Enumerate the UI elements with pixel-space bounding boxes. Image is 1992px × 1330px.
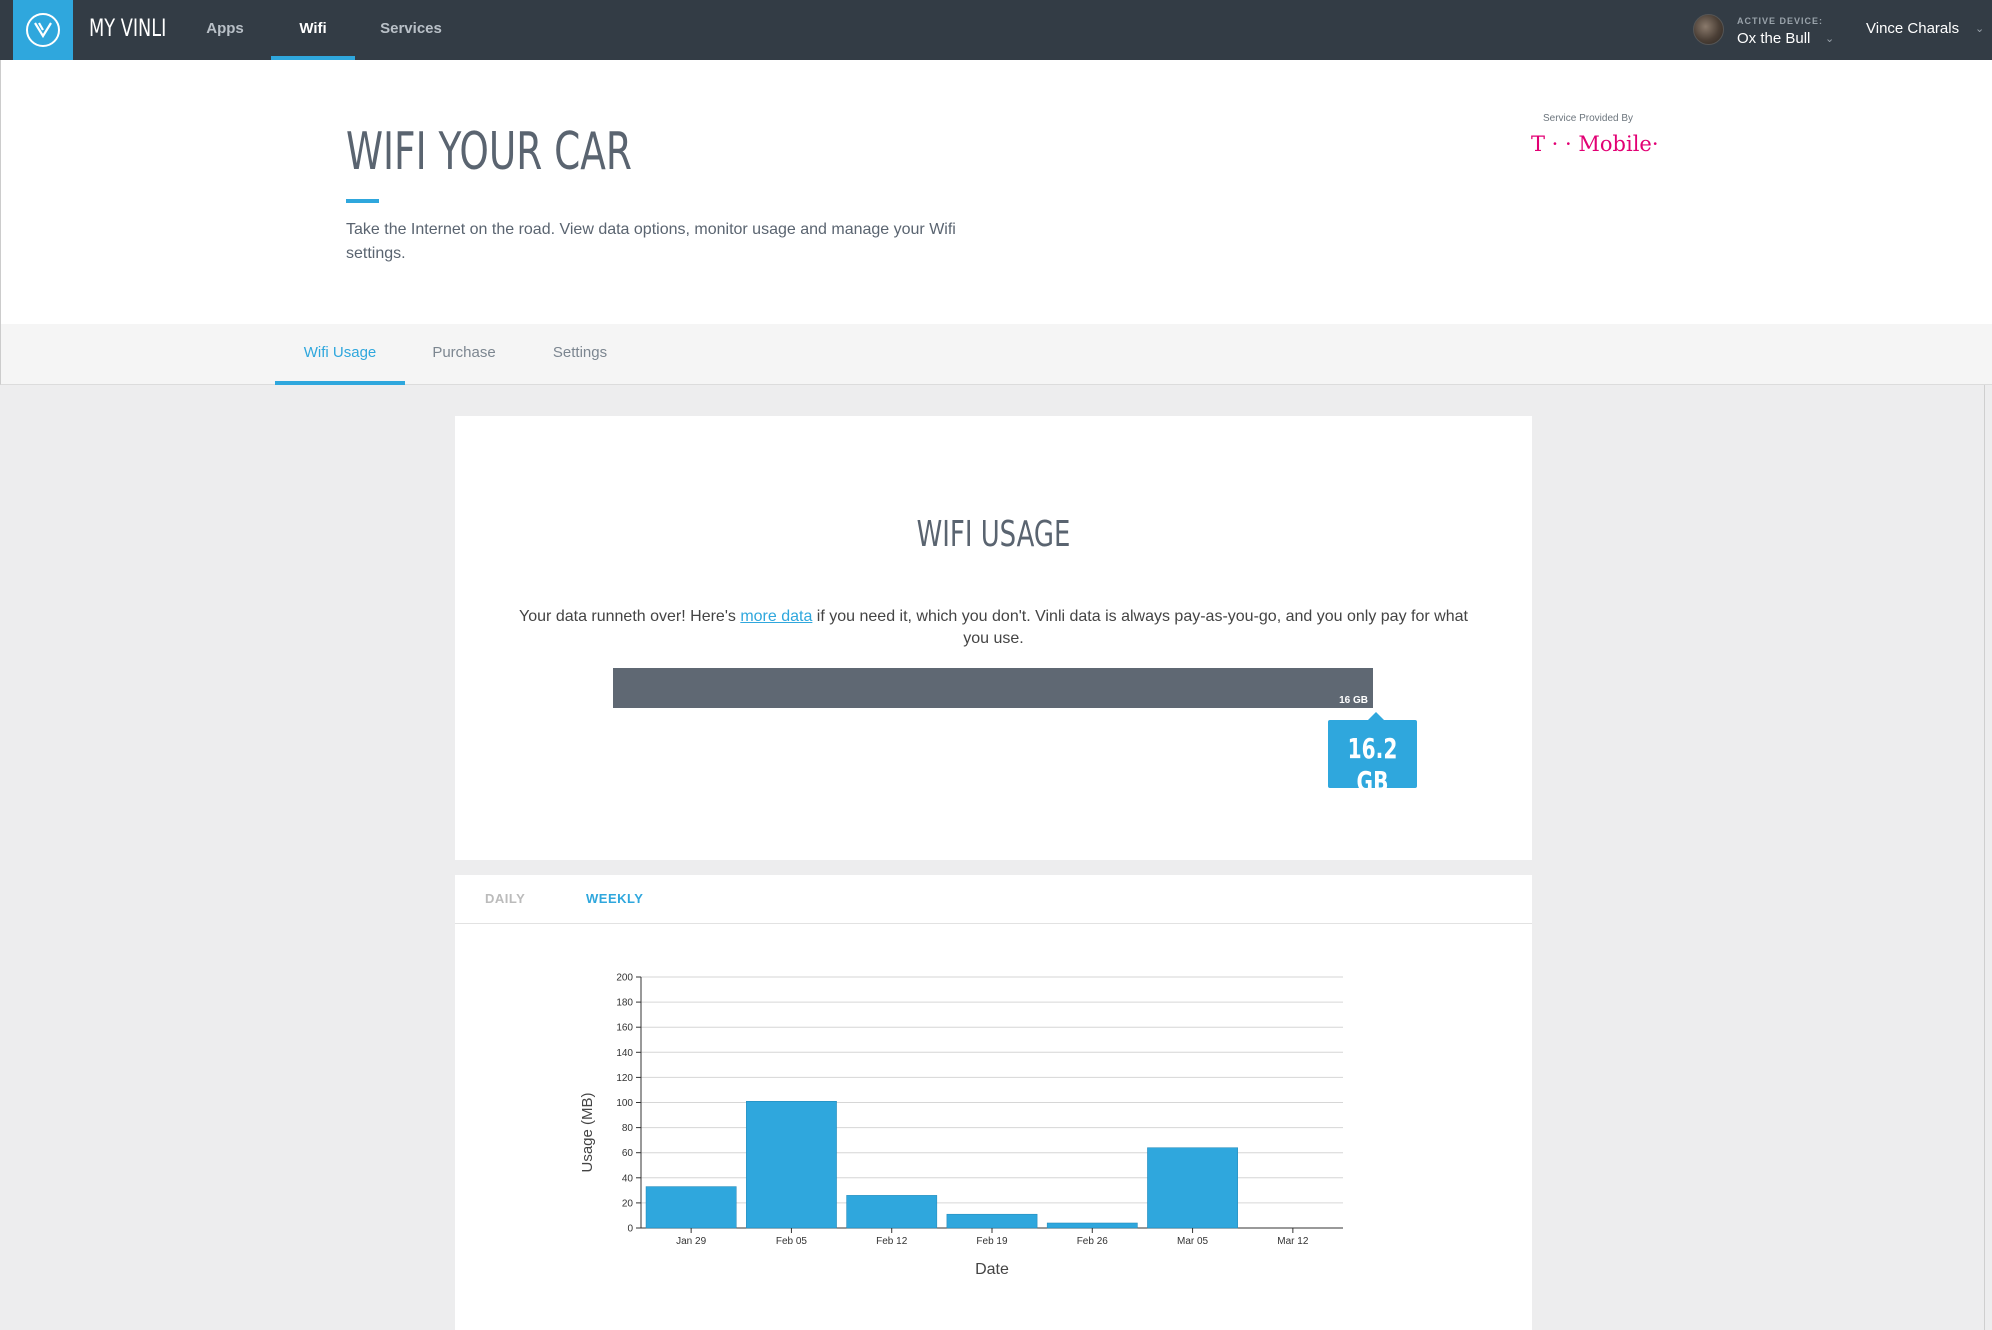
y-tick-label: 180	[616, 998, 633, 1009]
y-tick-label: 60	[622, 1148, 634, 1159]
x-tick-label: Feb 05	[776, 1236, 808, 1247]
tab-settings[interactable]: Settings	[544, 324, 616, 385]
y-tick-label: 80	[622, 1123, 634, 1134]
active-device-caption: ACTIVE DEVICE:	[1737, 16, 1824, 26]
data-bar-label: 16 GB	[1339, 695, 1368, 706]
device-chevron-down-icon[interactable]: ⌄	[1825, 32, 1834, 45]
brand-name[interactable]: MY VINLI	[89, 14, 166, 42]
bar	[1147, 1147, 1238, 1229]
bar	[846, 1195, 938, 1229]
y-tick-label: 100	[616, 1098, 633, 1109]
page-title: WIFI YOUR CAR	[346, 122, 632, 182]
nav-link-wifi[interactable]: Wifi	[271, 0, 355, 60]
x-tick-label: Feb 12	[876, 1236, 908, 1247]
x-tick-label: Mar 05	[1177, 1236, 1209, 1247]
tmobile-logo: T · · Mobile·	[1531, 132, 1659, 156]
tab-weekly[interactable]: WEEKLY	[586, 891, 643, 906]
provided-by-caption: Service Provided By	[1543, 113, 1634, 124]
tab-purchase[interactable]: Purchase	[426, 324, 502, 385]
remaining-data-badge: 16.2 GB Remaining	[1328, 712, 1417, 810]
tab-wifi-usage[interactable]: Wifi Usage	[275, 324, 405, 385]
top-navbar: MY VINLI Apps Wifi Services ACTIVE DEVIC…	[0, 0, 1992, 60]
page-header: WIFI YOUR CAR Take the Internet on the r…	[0, 60, 1992, 324]
x-tick-label: Feb 19	[976, 1236, 1008, 1247]
more-data-link[interactable]: more data	[740, 608, 812, 625]
usage-message: Your data runneth over! Here's more data…	[515, 606, 1472, 650]
usage-message-post: if you need it, which you don't. Vinli d…	[812, 608, 1468, 647]
user-chevron-down-icon[interactable]: ⌄	[1975, 22, 1984, 35]
page-description: Take the Internet on the road. View data…	[346, 221, 956, 262]
usage-chart-card: DAILY WEEKLY 0 20 40 60 80 100 120 140 160 180 200…	[455, 875, 1532, 1330]
period-tabs: DAILY WEEKLY	[455, 875, 1532, 924]
nav-link-apps[interactable]: Apps	[199, 0, 251, 60]
tab-daily[interactable]: DAILY	[485, 891, 525, 906]
remaining-value: 16.2 GB	[1347, 732, 1398, 798]
remaining-label: Remaining	[1344, 798, 1401, 810]
user-name[interactable]: Vince Charals	[1866, 20, 1959, 37]
y-tick-label: 20	[622, 1198, 634, 1209]
usage-title: WIFI USAGE	[916, 514, 1071, 555]
x-tick-label: Mar 12	[1277, 1236, 1309, 1247]
usage-message-pre: Your data runneth over! Here's	[519, 608, 741, 625]
bar	[946, 1213, 1038, 1229]
wifi-subtabs: Wifi Usage Purchase Settings	[0, 324, 1992, 385]
bar	[645, 1186, 737, 1229]
y-tick-label: 160	[616, 1023, 633, 1034]
y-tick-label: 200	[616, 973, 633, 984]
vinli-logo-icon	[26, 13, 60, 47]
active-device-name[interactable]: Ox the Bull	[1737, 30, 1810, 47]
data-usage-bar: 16 GB	[613, 668, 1373, 708]
title-underline	[346, 199, 379, 203]
y-axis-label: Usage (MB)	[579, 1092, 596, 1172]
vinli-logo[interactable]	[13, 0, 73, 60]
y-tick-label: 40	[622, 1173, 634, 1184]
x-axis-label: Date	[975, 1261, 1009, 1278]
weekly-usage-chart: 0 20 40 60 80 100 120 140 160 180 200 Jan 29 Feb 05 F…	[579, 973, 1343, 1278]
x-tick-label: Jan 29	[676, 1236, 706, 1247]
bar	[746, 1100, 837, 1229]
x-tick-label: Feb 26	[1077, 1236, 1109, 1247]
nav-link-services[interactable]: Services	[373, 0, 449, 60]
y-tick-label: 140	[616, 1048, 633, 1059]
bar	[1046, 1222, 1138, 1229]
y-tick-label: 0	[627, 1224, 633, 1235]
y-tick-label: 120	[616, 1073, 633, 1084]
wifi-usage-card: WIFI USAGE Your data runneth over! Here'…	[455, 416, 1532, 860]
device-avatar[interactable]	[1693, 14, 1724, 45]
